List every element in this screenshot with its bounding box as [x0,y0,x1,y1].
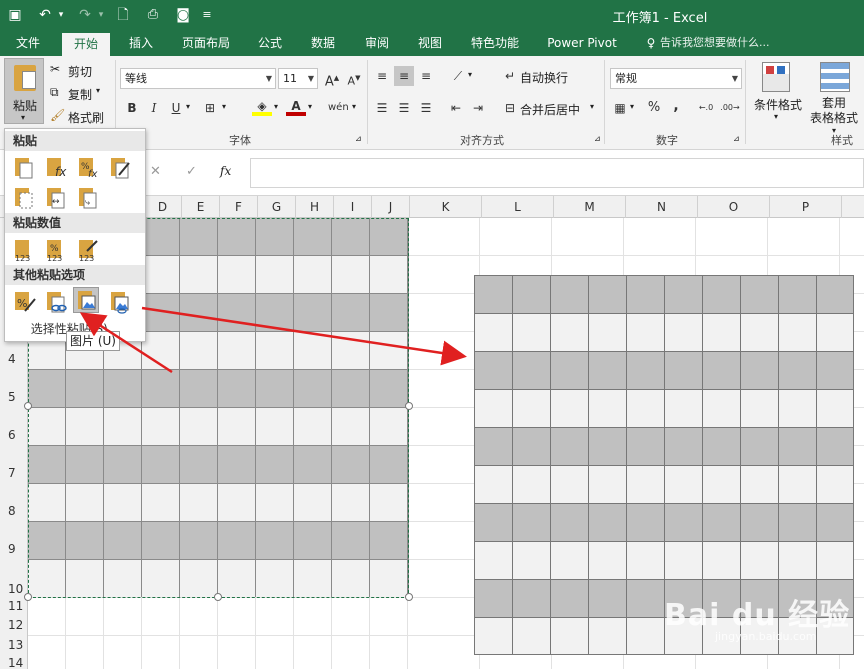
baidu-watermark: Bai du 经验 [664,598,851,633]
arrow-to-pasted-picture [141,306,467,366]
arrow-to-paste-picture [79,312,173,374]
baidu-watermark-url: jingyan.baidu.com [715,630,817,643]
annotation-arrows [79,306,467,374]
